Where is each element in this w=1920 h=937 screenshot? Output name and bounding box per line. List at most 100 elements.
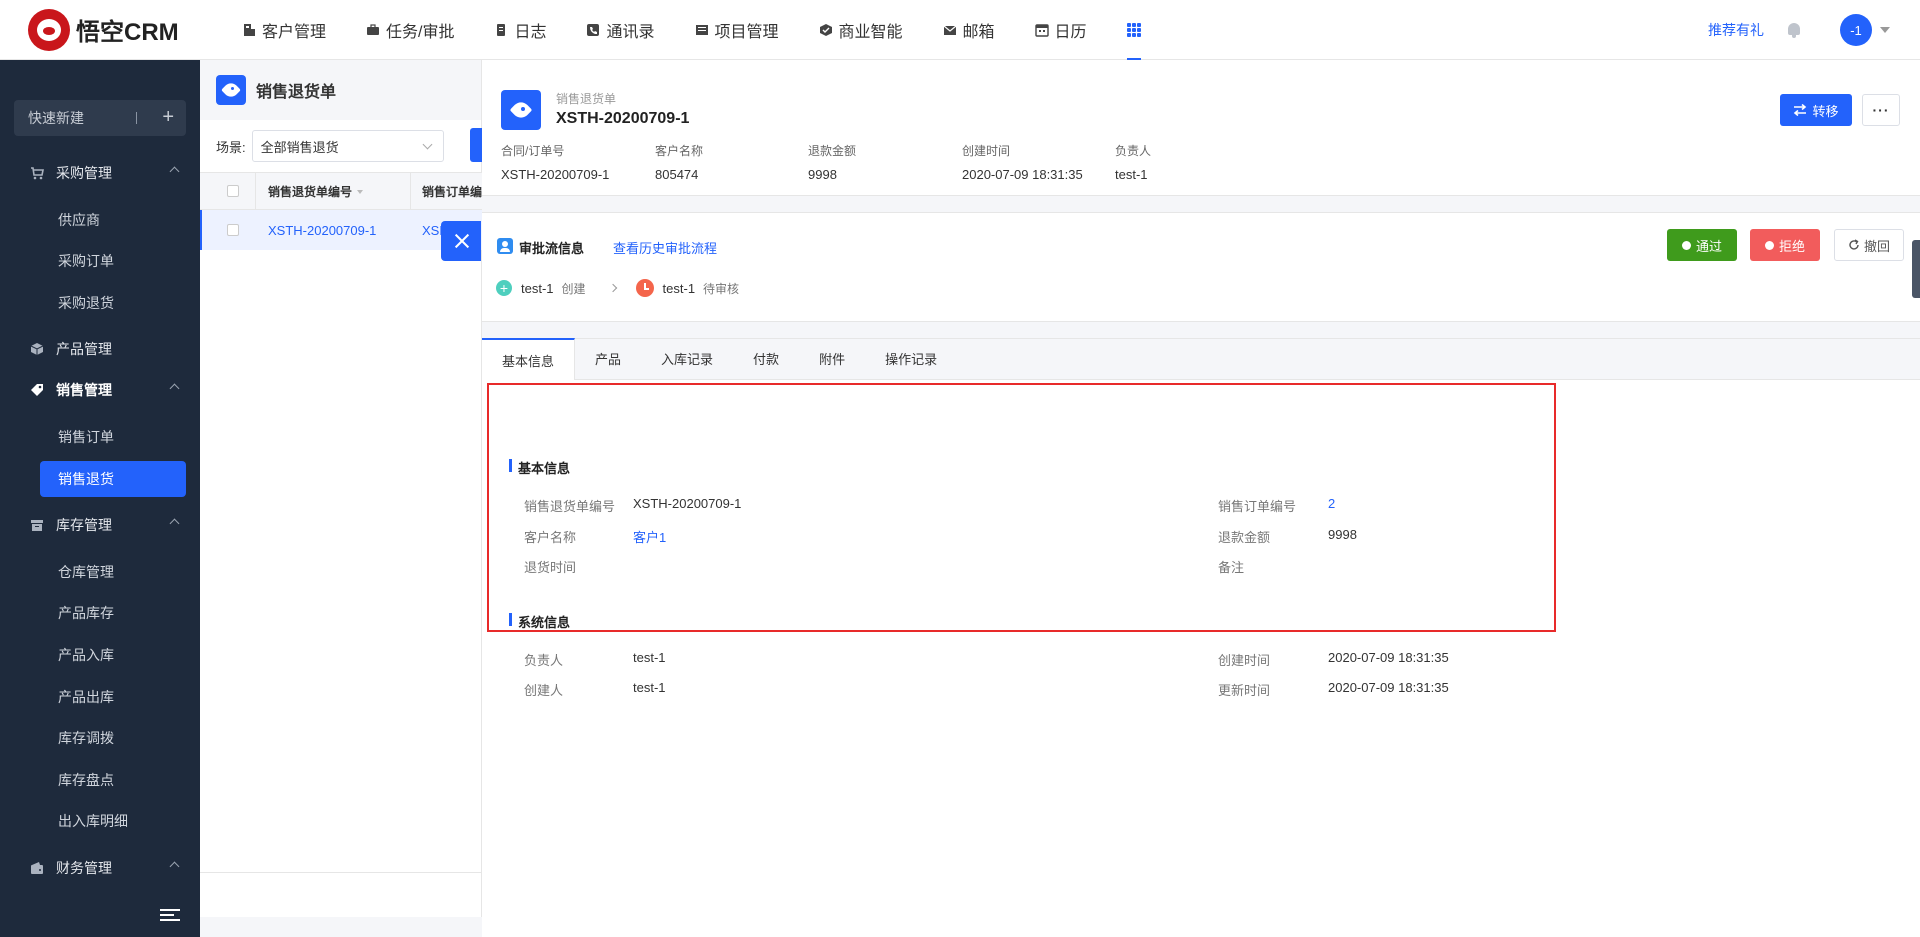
calendar-icon bbox=[1034, 23, 1049, 37]
avatar[interactable]: -1 bbox=[1840, 14, 1872, 46]
nav-task-approval[interactable]: 任务/审批 bbox=[366, 0, 454, 60]
tab-payment[interactable]: 付款 bbox=[733, 338, 799, 379]
meta-value: 9998 bbox=[808, 167, 837, 182]
cell-return-no[interactable]: XSTH-20200709-1 bbox=[268, 223, 376, 238]
sidebar-group-inventory[interactable]: 库存管理 bbox=[0, 505, 200, 545]
check-circle-icon bbox=[1681, 240, 1691, 250]
clock-icon bbox=[635, 279, 654, 297]
sidebar-item-stock-out[interactable]: 产品出库 bbox=[40, 679, 186, 715]
nav-customer[interactable]: 客户管理 bbox=[242, 0, 326, 60]
sidebar-group-sales[interactable]: 销售管理 bbox=[0, 370, 200, 410]
column-header-label: 销售退货单编号 bbox=[268, 184, 353, 199]
tab-stock-in-record[interactable]: 入库记录 bbox=[641, 338, 733, 379]
history-link[interactable]: 查看历史审批流程 bbox=[613, 238, 717, 257]
tag-icon bbox=[31, 384, 43, 396]
sidebar-group-product[interactable]: 产品管理 bbox=[0, 329, 200, 369]
project-icon bbox=[695, 24, 708, 35]
field-label: 备注 bbox=[1218, 560, 1245, 575]
chevron-right-icon bbox=[608, 283, 617, 293]
table-row[interactable]: XSTH-20200709-1 XSD bbox=[200, 210, 482, 250]
sidebar-item-product-stock[interactable]: 产品库存 bbox=[40, 595, 186, 631]
top-nav: 悟空CRM 客户管理 任务/审批 日志 通讯录 项目管理 商业智能 邮箱 日历 … bbox=[0, 0, 1920, 60]
scene-label: 场景: bbox=[216, 139, 246, 155]
side-drawer-handle[interactable] bbox=[1912, 240, 1920, 298]
sidebar-item-warehouse[interactable]: 仓库管理 bbox=[40, 554, 186, 590]
recommend-link[interactable]: 推荐有礼 bbox=[1708, 20, 1764, 40]
detail-panel: 销售退货单 XSTH-20200709-1 转移 ··· 合同/订单号 XSTH… bbox=[482, 60, 1920, 937]
plus-circle-icon: + bbox=[496, 280, 512, 296]
withdraw-label: 撤回 bbox=[1863, 238, 1890, 254]
sidebar-item-sales-return[interactable]: 销售退货 bbox=[40, 461, 186, 497]
withdraw-button[interactable]: 撤回 bbox=[1834, 229, 1904, 261]
sidebar-item-stock-check[interactable]: 库存盘点 bbox=[40, 762, 186, 798]
field-value-link[interactable]: 客户1 bbox=[633, 527, 666, 546]
create-button-partial[interactable] bbox=[470, 128, 482, 162]
close-icon[interactable] bbox=[441, 221, 481, 261]
nav-label: 日志 bbox=[514, 23, 547, 41]
top-right-actions: 推荐有礼 -1 bbox=[1708, 0, 1890, 60]
nav-label: 商业智能 bbox=[838, 23, 903, 41]
chevron-down-icon[interactable] bbox=[1880, 27, 1890, 33]
sidebar-item-purchase-return[interactable]: 采购退货 bbox=[40, 285, 186, 321]
more-button[interactable]: ··· bbox=[1862, 94, 1900, 126]
pass-button[interactable]: 通过 bbox=[1667, 229, 1737, 261]
select-all-checkbox[interactable] bbox=[227, 185, 239, 197]
field-value: 2020-07-09 18:31:35 bbox=[1328, 680, 1449, 695]
plus-icon[interactable]: + bbox=[162, 106, 174, 129]
column-header-return-no[interactable]: 销售退货单编号 bbox=[268, 183, 364, 200]
scene-select[interactable]: 全部销售退货 bbox=[251, 130, 444, 162]
close-circle-icon bbox=[1764, 240, 1774, 250]
nav-calendar[interactable]: 日历 bbox=[1034, 0, 1087, 60]
tab-product[interactable]: 产品 bbox=[575, 338, 641, 379]
logo[interactable]: 悟空CRM bbox=[28, 8, 208, 51]
sidebar-item-label: 库存调拨 bbox=[58, 730, 114, 746]
field-value: test-1 bbox=[633, 650, 666, 665]
tab-basic-info[interactable]: 基本信息 bbox=[482, 338, 576, 380]
sidebar-item-sales-order[interactable]: 销售订单 bbox=[40, 419, 186, 455]
sidebar-item-stock-in[interactable]: 产品入库 bbox=[40, 637, 186, 673]
field-value: test-1 bbox=[633, 680, 666, 695]
chevron-up-icon bbox=[169, 518, 180, 529]
tab-attachment[interactable]: 附件 bbox=[799, 338, 865, 379]
sidebar-item-stock-transfer[interactable]: 库存调拨 bbox=[40, 720, 186, 756]
collapse-menu-icon[interactable] bbox=[160, 909, 180, 923]
transfer-button[interactable]: 转移 bbox=[1780, 94, 1852, 126]
quick-new-button[interactable]: 快速新建 + bbox=[14, 100, 186, 136]
scene-filter: 场景: 全部销售退货 bbox=[216, 130, 444, 162]
list-panel: 销售退货单 场景: 全部销售退货 销售退货单编号 销售订单编 XSTH-2020… bbox=[200, 60, 482, 937]
nav-label: 任务/审批 bbox=[386, 23, 455, 41]
field-value-link[interactable]: 2 bbox=[1328, 496, 1335, 511]
divider bbox=[200, 872, 482, 873]
row-checkbox[interactable] bbox=[227, 224, 239, 236]
flow-step-name: test-1 bbox=[662, 280, 696, 296]
chevron-up-icon bbox=[169, 383, 180, 394]
sort-icon[interactable] bbox=[357, 190, 364, 195]
meta-contract: 合同/订单号 XSTH-20200709-1 bbox=[501, 142, 609, 182]
nav-apps-grid[interactable] bbox=[1126, 0, 1141, 60]
sidebar-group-purchase[interactable]: 采购管理 bbox=[0, 153, 200, 193]
column-header-order-no[interactable]: 销售订单编 bbox=[422, 183, 482, 200]
sidebar-item-supplier[interactable]: 供应商 bbox=[40, 202, 186, 238]
nav-log[interactable]: 日志 bbox=[494, 0, 546, 60]
nav-bi[interactable]: 商业智能 bbox=[819, 0, 903, 60]
approval-title: 审批流信息 bbox=[519, 241, 585, 256]
nav-label: 通讯录 bbox=[606, 23, 655, 41]
wallet-icon bbox=[31, 862, 43, 874]
sidebar-item-label: 仓库管理 bbox=[58, 564, 114, 580]
tab-operation-log[interactable]: 操作记录 bbox=[865, 338, 957, 379]
nav-contacts[interactable]: 通讯录 bbox=[586, 0, 655, 60]
monkey-logo-icon bbox=[28, 8, 70, 51]
sidebar-item-purchase-order[interactable]: 采购订单 bbox=[40, 243, 186, 279]
sidebar-item-label: 产品出库 bbox=[58, 689, 114, 705]
sidebar-item-stock-detail[interactable]: 出入库明细 bbox=[40, 803, 186, 839]
nav-mail[interactable]: 邮箱 bbox=[943, 0, 995, 60]
meta-label: 退款金额 bbox=[808, 144, 857, 158]
approval-section: 审批流信息 查看历史审批流程 通过 拒绝 撤回 + test-1 创建 test… bbox=[482, 212, 1920, 322]
sidebar-group-finance[interactable]: 财务管理 bbox=[0, 848, 200, 888]
log-icon bbox=[497, 23, 506, 36]
sidebar-group-label: 库存管理 bbox=[56, 517, 112, 533]
contacts-icon bbox=[587, 23, 600, 36]
nav-project[interactable]: 项目管理 bbox=[695, 0, 779, 60]
bell-icon[interactable] bbox=[1786, 21, 1802, 39]
reject-button[interactable]: 拒绝 bbox=[1750, 229, 1820, 261]
